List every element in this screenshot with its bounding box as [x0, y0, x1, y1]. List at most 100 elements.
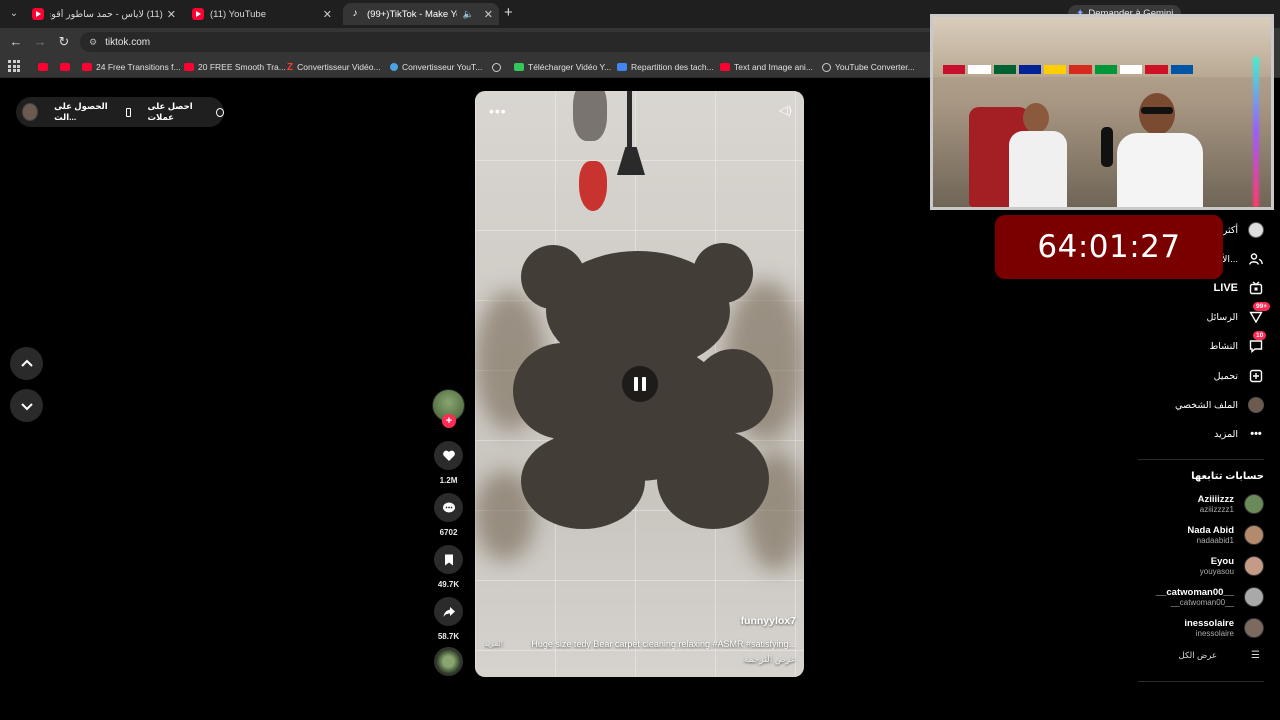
tab-youtube-home[interactable]: (11) YouTube ✕ [186, 3, 338, 25]
comment-count: 6702 [439, 528, 458, 537]
bookmark-item[interactable] [38, 60, 52, 74]
like-count: 1.2M [439, 476, 458, 485]
profile-badge-icon [1248, 222, 1264, 238]
bookmark-icon [444, 554, 453, 565]
sidebar-item-label: الأ... [1222, 253, 1238, 265]
reload-icon[interactable]: ↻ [56, 34, 72, 50]
youtube-icon [38, 63, 48, 71]
get-coins-button[interactable]: احصل على عملات [147, 101, 224, 123]
close-tab-icon[interactable]: ✕ [484, 8, 493, 21]
apps-grid-icon[interactable] [8, 60, 20, 72]
get-coins-label: احصل على عملات [147, 101, 193, 122]
bookmark-item[interactable]: Convertisseur YouT... [390, 60, 482, 74]
webcam-detail [1101, 127, 1113, 167]
video-username[interactable]: funnyylox7 [741, 615, 796, 627]
forward-arrow-icon[interactable]: → [32, 34, 48, 50]
see-all-label: عرض الكل [1178, 650, 1218, 660]
sidebar-item-live[interactable]: LIVE [1214, 276, 1264, 300]
avatar-icon [1248, 397, 1264, 413]
webcam-detail [1003, 103, 1073, 207]
speaker-icon[interactable]: 🔈 [463, 9, 474, 20]
live-icon [1248, 280, 1264, 296]
inbox-icon: 99+ [1248, 302, 1271, 325]
following-account-item[interactable]: Nada Abid nadaabid1 [1187, 522, 1264, 548]
sidebar-item-label: الملف الشخصي [1175, 399, 1238, 411]
see-translation-link[interactable]: عرض الترجمة [744, 654, 796, 665]
account-handle: __catwoman00__ [1170, 598, 1234, 607]
see-all-link[interactable]: عرض الكل ☰ [1179, 650, 1260, 661]
pause-button[interactable] [622, 366, 658, 402]
sidebar-item-activity[interactable]: النشاط 10 [1209, 331, 1267, 358]
like-button[interactable] [434, 441, 463, 470]
get-app-button[interactable]: الحصول على الت... [54, 101, 132, 123]
following-accounts-title: حسابات تتابعها [1191, 471, 1264, 482]
bookmark-item[interactable]: Text and Image ani... [720, 60, 813, 74]
caption-more-link[interactable]: المزيد [484, 639, 503, 648]
bookmark-item[interactable]: 20 FREE Smooth Tra... [184, 60, 286, 74]
music-disc[interactable] [434, 647, 463, 676]
following-account-item[interactable]: __catwoman00__ __catwoman00__ [1156, 584, 1264, 610]
webcam-detail [1253, 57, 1259, 207]
following-account-item[interactable]: Eyou youyasou [1200, 553, 1264, 579]
bookmark-item[interactable] [492, 60, 505, 74]
video-frame-detail [579, 161, 607, 211]
following-account-item[interactable]: inessolaire inessolaire [1184, 615, 1264, 641]
tab-title: (99+)TikTok - Make Your Da [367, 8, 457, 20]
bookmark-item[interactable]: Repartition des tach... [617, 60, 714, 74]
back-arrow-icon[interactable]: ← [8, 34, 24, 50]
sidebar-item-upload[interactable]: تحميل [1214, 364, 1264, 388]
bookmark-item[interactable]: Télécharger Vidéo Y... [514, 60, 611, 74]
bookmark-item[interactable]: Z Convertisseur Vidéo... [287, 60, 381, 74]
webcam-detail [943, 65, 1193, 77]
converter-icon [390, 63, 398, 71]
close-tab-icon[interactable]: ✕ [167, 8, 176, 21]
doc-icon [617, 63, 627, 71]
share-count: 58.7K [437, 632, 460, 641]
site-info-icon[interactable]: ⚙ [89, 37, 97, 48]
follow-plus-icon[interactable]: + [442, 414, 456, 428]
pause-icon [634, 377, 638, 391]
account-handle: nadaabid1 [1196, 536, 1234, 545]
save-button[interactable] [434, 545, 463, 574]
chevron-down-icon [20, 402, 33, 410]
globe-icon [822, 62, 831, 72]
tiktok-icon: ♪ [352, 8, 358, 19]
sidebar-item-profile[interactable]: الملف الشخصي [1175, 393, 1264, 417]
video-player[interactable]: ••• ◁) funnyylox7 المزيد Huge size tedy … [475, 91, 804, 677]
sidebar-item-explore[interactable]: أكثر [1223, 218, 1264, 242]
video-frame-detail [627, 91, 632, 147]
caption-text: Huge size tedy Bear carpet cleaning rela… [531, 639, 796, 649]
url-input[interactable]: ⚙ tiktok.com [80, 32, 940, 52]
close-tab-icon[interactable]: ✕ [323, 8, 332, 21]
bookmark-item[interactable]: 24 Free Transitions f... [82, 60, 181, 74]
chevron-up-icon [20, 359, 33, 367]
tab-tiktok[interactable]: ♪ (99+)TikTok - Make Your Da 🔈 ✕ [343, 3, 499, 25]
next-video-button[interactable] [10, 389, 43, 422]
tab-youtube-video[interactable]: (11) لاياس - حمد ساطور أقوى كـ ✕ [26, 3, 182, 25]
account-avatar [1244, 587, 1264, 607]
account-name: Aziiiizzz [1197, 494, 1234, 505]
bookmark-item[interactable] [60, 60, 74, 74]
share-button[interactable] [434, 597, 463, 626]
sidebar-item-inbox[interactable]: الرسائل 99+ [1207, 302, 1271, 329]
account-avatar [1244, 556, 1264, 576]
volume-icon[interactable]: ◁) [779, 103, 792, 117]
tab-search-chevron-icon[interactable]: ⌄ [6, 6, 22, 22]
comment-button[interactable] [434, 493, 463, 522]
activity-badge: 10 [1253, 331, 1267, 340]
tab-title: (11) لاياس - حمد ساطور أقوى كـ [50, 8, 163, 20]
sidebar-item-more[interactable]: المزيد ••• [1214, 422, 1264, 446]
previous-video-button[interactable] [10, 347, 43, 380]
bookmark-item[interactable]: YouTube Converter... [822, 60, 915, 74]
webcam-detail [1109, 93, 1209, 207]
following-account-item[interactable]: Aziiiizzz aziiizzzz1 [1198, 491, 1264, 517]
share-arrow-icon [443, 606, 455, 617]
youtube-icon [60, 63, 70, 71]
more-options-icon[interactable]: ••• [489, 103, 507, 119]
new-tab-button[interactable]: + [504, 5, 513, 21]
sidebar-item-following[interactable]: الأ... [1222, 247, 1264, 271]
youtube-icon [32, 8, 44, 20]
account-name: inessolaire [1184, 618, 1234, 629]
avatar[interactable] [22, 103, 39, 121]
more-icon: ••• [1250, 428, 1262, 440]
